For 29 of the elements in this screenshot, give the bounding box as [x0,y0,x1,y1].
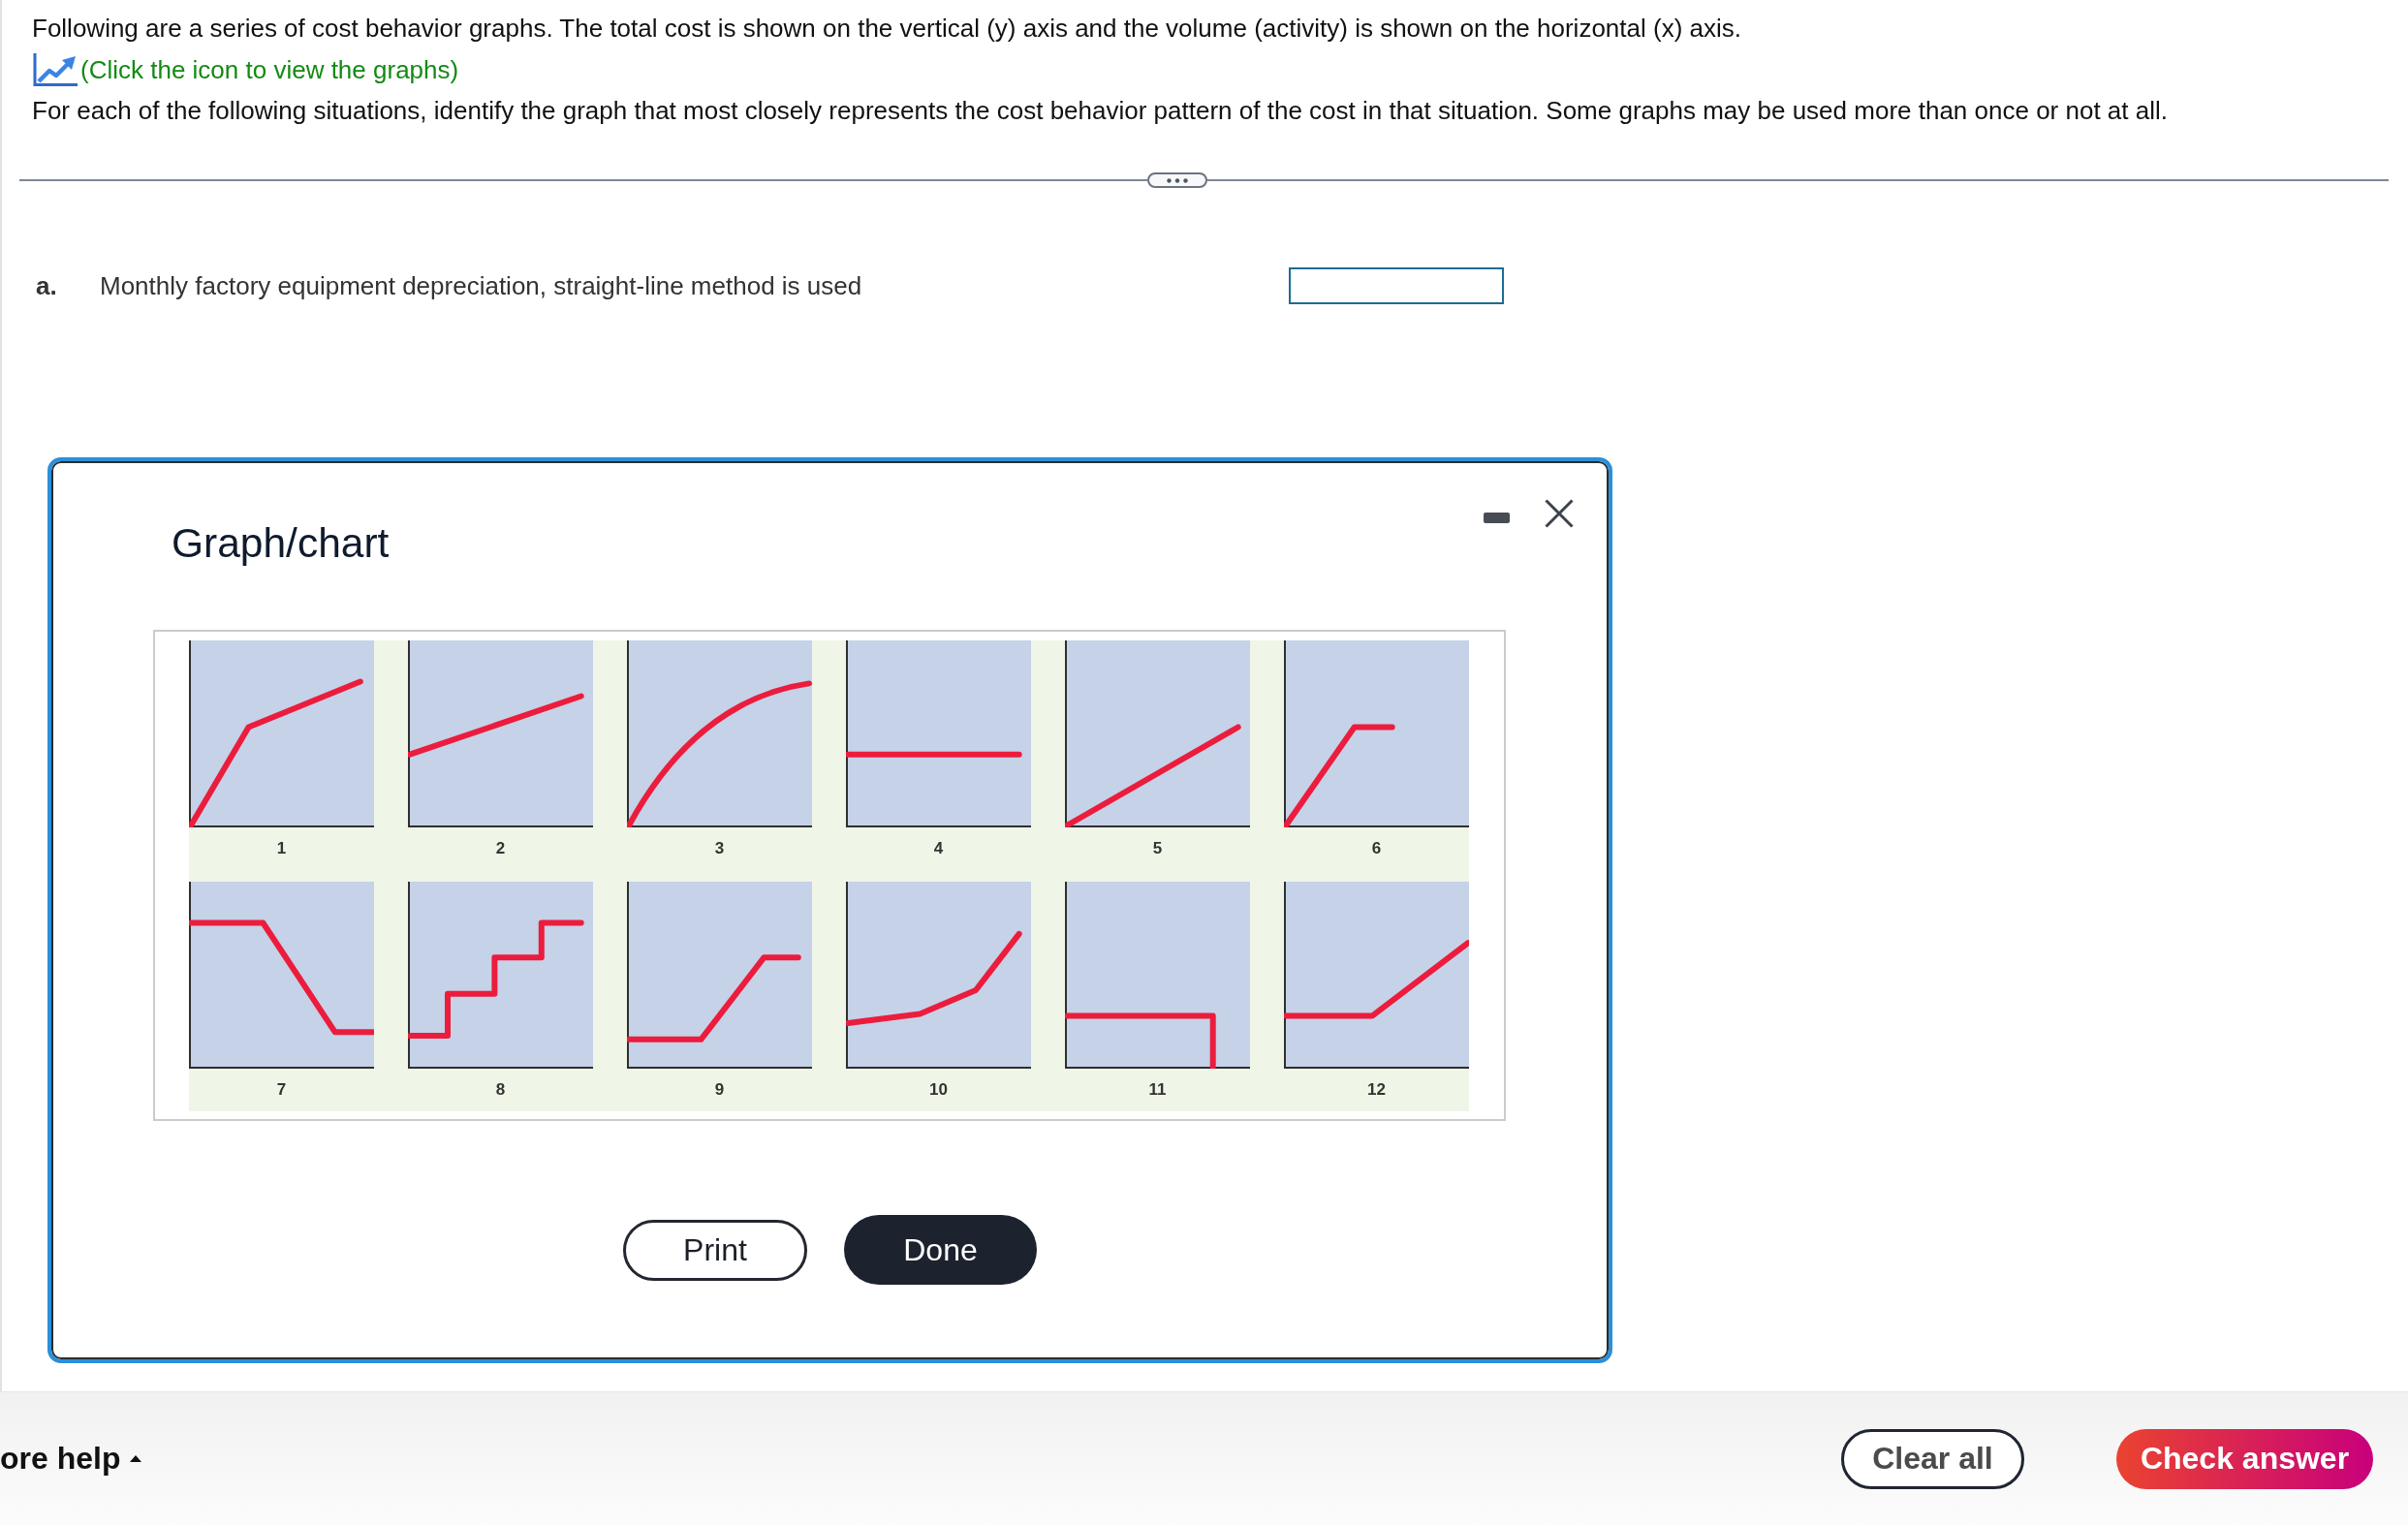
question-text: Monthly factory equipment depreciation, straight-line method is used [100,270,862,301]
intro-text: Following are a series of cost behavior graphs. The total cost is shown on the vertical (y) axis and the volume (activity) is shown on the horizontal (x) axis. [32,13,1742,44]
close-icon[interactable] [1545,499,1574,528]
task-text: For each of the following situations, identify the graph that most closely represents the cost behavior pattern of the cost in that situation. Some graphs may be used more than once or not at all. [32,95,2169,126]
expand-button[interactable] [1147,172,1207,188]
graph-number: 8 [495,1080,506,1100]
more-help-button[interactable]: ore help [0,1441,142,1477]
clear-all-button[interactable]: Clear all [1841,1428,2024,1489]
graph-number: 5 [1152,839,1163,858]
graph-number: 1 [276,839,287,858]
hint-text: (Click the icon to view the graphs) [80,54,459,85]
graph-number: 9 [714,1080,725,1100]
graph-number: 6 [1371,839,1382,858]
graph-number: 2 [495,839,506,858]
answer-field[interactable] [1289,267,1504,304]
check-answer-button[interactable]: Check answer [2116,1428,2373,1489]
line-chart-icon[interactable] [32,52,78,87]
done-button[interactable]: Done [844,1215,1037,1285]
graph-number: 3 [714,839,725,858]
graph-number: 7 [276,1080,287,1100]
graph-number: 4 [933,839,944,858]
question-letter: a. [36,270,58,301]
print-button[interactable]: Print [623,1219,807,1281]
graph-number: 11 [1148,1080,1167,1100]
dialog-title: Graph/chart [172,520,390,567]
graph-number: 12 [1367,1080,1386,1100]
caret-up-icon [130,1455,142,1462]
ellipsis-icon [1167,177,1188,183]
graph-number: 10 [929,1080,948,1100]
